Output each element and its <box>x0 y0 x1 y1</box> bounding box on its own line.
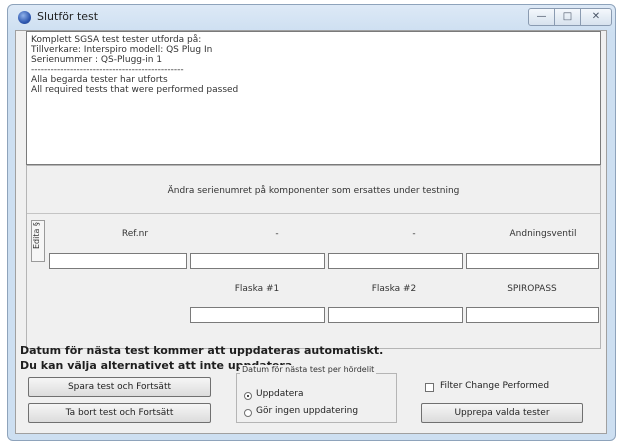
serial-input-3[interactable] <box>328 253 463 269</box>
log-line: Tillverkare: Interspiro modell: QS Plug … <box>31 45 213 55</box>
log-line: ----------------------------------------… <box>31 65 184 75</box>
log-line: Alla begarda tester har utforts <box>31 75 168 85</box>
label-flaska-2: Flaska #2 <box>371 284 417 294</box>
edit-tab-label: Edita § <box>32 222 41 249</box>
no-update-radio-label: Gör ingen uppdatering <box>256 406 359 416</box>
label-dash-1: - <box>275 229 279 239</box>
label-flaska-1: Flaska #1 <box>234 284 280 294</box>
label-spiropass: SPIROPASS <box>507 284 557 294</box>
window-title: Slutför test <box>37 10 99 23</box>
edit-tab[interactable]: Edita § <box>31 220 45 262</box>
maximize-button[interactable]: □ <box>554 8 581 26</box>
components-panel: Ändra serienumret på komponenter som ers… <box>26 165 601 349</box>
log-line: All required tests that were performed p… <box>31 85 239 95</box>
log-line: Serienummer : QS-Plugg-in 1 <box>31 55 163 65</box>
filter-change-checkbox[interactable] <box>425 383 434 392</box>
update-radio-label: Uppdatera <box>256 389 304 399</box>
flaska-1-input[interactable] <box>190 307 325 323</box>
save-continue-button[interactable]: Spara test och Fortsätt <box>28 377 211 397</box>
delete-continue-button[interactable]: Ta bort test och Fortsätt <box>28 403 211 423</box>
component-instruction: Ändra serienumret på komponenter som ers… <box>167 186 460 196</box>
andningsventil-input[interactable] <box>466 253 599 269</box>
label-andningsventil: Andningsventil <box>509 229 577 239</box>
spiropass-input[interactable] <box>466 307 599 323</box>
no-update-radio[interactable] <box>244 409 252 417</box>
app-logo-icon <box>18 11 31 24</box>
label-ref-nr: Ref.nr <box>121 229 149 239</box>
update-radio[interactable] <box>244 392 252 400</box>
divider <box>27 213 600 214</box>
label-dash-2: - <box>412 229 416 239</box>
notice-line-1: Datum för nästa test kommer att uppdater… <box>20 344 384 357</box>
ref-nr-input[interactable] <box>49 253 187 269</box>
close-button[interactable]: ✕ <box>580 8 612 26</box>
serial-input-2[interactable] <box>190 253 325 269</box>
next-test-date-group-title: Datum för nästa test per hördelit <box>240 365 377 374</box>
minimize-button[interactable]: — <box>528 8 555 26</box>
test-log-textbox[interactable]: Komplett SGSA test tester utforda på: Ti… <box>26 31 601 165</box>
repeat-tests-button[interactable]: Upprepa valda tester <box>421 403 583 423</box>
log-line: Komplett SGSA test tester utforda på: <box>31 35 202 45</box>
flaska-2-input[interactable] <box>328 307 463 323</box>
filter-change-label: Filter Change Performed <box>440 381 550 391</box>
title-bar: Slutför test — □ ✕ <box>8 5 615 31</box>
